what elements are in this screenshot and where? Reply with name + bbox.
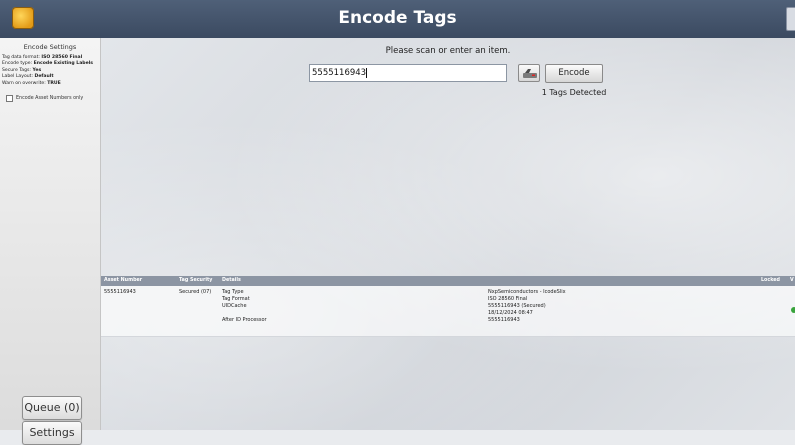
settings-list: Tag data format: ISO 28560 Final Encode … xyxy=(0,55,100,87)
encode-button[interactable]: Encode xyxy=(545,64,603,83)
setting-label: Tag data format: xyxy=(2,55,40,60)
setting-label: Warn on overwrite: xyxy=(2,80,46,86)
encode-asset-numbers-only-label: Encode Asset Numbers only xyxy=(16,96,84,102)
setting-label: Encode type: xyxy=(2,61,33,67)
scan-button[interactable] xyxy=(518,64,540,82)
detail-name: Tag Format xyxy=(222,296,250,302)
header-details[interactable]: Details xyxy=(222,278,241,283)
detail-value: 5555116943 (Secured) xyxy=(488,303,546,309)
title-bar: Encode Tags xyxy=(0,0,795,39)
setting-warn-on-overwrite: Warn on overwrite: TRUE xyxy=(2,81,100,87)
main-panel: Please scan or enter an item. 5555116943… xyxy=(101,38,795,430)
scanner-icon xyxy=(523,69,537,78)
encode-asset-numbers-only-checkbox[interactable] xyxy=(6,95,13,103)
scan-prompt: Please scan or enter an item. xyxy=(385,46,511,56)
header-locked[interactable]: Locked xyxy=(761,278,780,283)
setting-label: Label Layout: xyxy=(2,74,34,80)
tags-detected-count: 1 Tags Detected xyxy=(541,88,607,97)
window-corner-button[interactable] xyxy=(786,7,795,31)
setting-value: Default xyxy=(34,74,54,80)
status-icon xyxy=(791,307,795,313)
setting-label: Secure Tags: xyxy=(2,67,31,73)
encode-asset-numbers-only-option[interactable]: Encode Asset Numbers only xyxy=(0,95,100,103)
tag-security-cell: Secured (07) xyxy=(179,289,212,295)
item-input[interactable]: 5555116943 xyxy=(309,64,507,82)
window-title: Encode Tags xyxy=(338,8,457,28)
settings-button[interactable]: Settings xyxy=(22,421,82,445)
setting-value: ISO 28560 Final xyxy=(41,55,83,60)
queue-button[interactable]: Queue (0) xyxy=(22,396,82,420)
detail-name: UIDCache xyxy=(222,303,247,309)
setting-value: TRUE xyxy=(47,80,61,86)
table-row[interactable]: 5555116943 Secured (07) Tag Type Tag For… xyxy=(101,286,795,337)
setting-value: Yes xyxy=(32,67,42,73)
asset-number-cell: 5555116943 xyxy=(104,289,136,295)
header-asset-number[interactable]: Asset Number xyxy=(104,278,142,283)
setting-value: Encode Existing Labels xyxy=(33,61,94,67)
header-v[interactable]: V xyxy=(790,278,794,283)
detail-name: After ID Processor xyxy=(222,317,267,323)
detail-value: NxpSemiconductors - IcodeSlix xyxy=(488,289,566,295)
detail-value: 18/12/2024 08:47 xyxy=(488,310,533,316)
item-input-value: 5555116943 xyxy=(312,68,367,78)
sidebar: Encode Settings Tag data format: ISO 285… xyxy=(0,38,101,445)
header-tag-security[interactable]: Tag Security xyxy=(179,278,212,283)
text-caret xyxy=(366,67,368,78)
results-grid-header: Asset Number Tag Security Details Locked… xyxy=(101,276,795,286)
detail-name: Tag Type xyxy=(222,289,244,295)
detail-value: 5555116943 xyxy=(488,317,520,323)
encode-settings-title: Encode Settings xyxy=(23,43,77,51)
detail-value: ISO 28560 Final xyxy=(488,296,528,302)
